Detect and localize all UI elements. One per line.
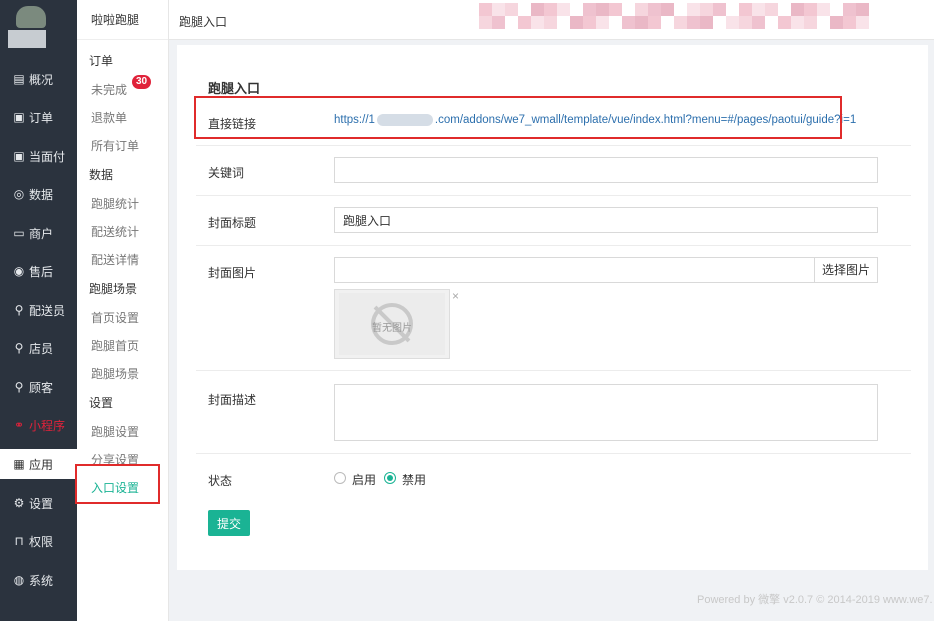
merchant-icon: ▭ <box>13 226 25 240</box>
submenu-item-all-orders[interactable]: 所有订单 <box>91 137 139 154</box>
sidebar-item-label: 当面付 <box>29 149 66 164</box>
status-label: 状态 <box>208 474 233 488</box>
system-icon: ◍ <box>13 573 25 587</box>
select-image-button[interactable]: 选择图片 <box>815 257 878 283</box>
miniprogram-icon: ⚭ <box>13 418 25 432</box>
sidebar-item-clerk[interactable]: ⚲ 店员 <box>0 333 77 363</box>
entry-settings-highlight-box <box>75 464 160 504</box>
submit-button[interactable]: 提交 <box>208 510 250 536</box>
divider <box>196 453 911 454</box>
overview-icon: ▤ <box>13 72 25 86</box>
submenu-group-settings: 设置 <box>89 396 114 410</box>
cover-image-preview: 暂无图片 <box>334 289 450 359</box>
submenu-item-errand-stats[interactable]: 跑腿统计 <box>91 195 139 212</box>
breadcrumb: 跑腿入口 <box>179 15 228 29</box>
footer-powered-by: Powered by 微擎 v2.0.7 © 2014-2019 www.we7… <box>697 594 933 606</box>
divider <box>196 195 911 196</box>
cover-image-input[interactable] <box>334 257 815 283</box>
avatar[interactable] <box>0 0 77 60</box>
sidebar-item-label: 店员 <box>29 341 54 356</box>
sidebar-item-label: 商户 <box>29 226 54 241</box>
apps-icon: ▦ <box>13 457 25 471</box>
main-sidebar: ▤ 概况 ▣ 订单 ▣ 当面付 ◎ 数据 ▭ 商户 ◉ 售后 ⚲ 配送员 ⚲ 店员 ⚲ 顾客 ⚭ 小程序 ▦ 应用 ⚙ 设置 ⊓… <box>0 0 77 621</box>
sidebar-item-gear[interactable]: ⚙ 设置 <box>0 488 77 518</box>
courier-icon: ⚲ <box>14 303 24 317</box>
status-disable-label: 禁用 <box>402 473 427 487</box>
direct-link-highlight-box <box>194 96 842 139</box>
sidebar-item-order[interactable]: ▣ 订单 <box>0 102 77 132</box>
sidebar-item-label: 设置 <box>29 496 54 511</box>
sidebar-item-label: 小程序 <box>29 418 66 433</box>
gear-icon: ⚙ <box>13 496 25 510</box>
no-image-text: 暂无图片 <box>372 323 412 334</box>
pay-icon: ▣ <box>13 149 25 163</box>
customer-icon: ⚲ <box>14 380 24 394</box>
submenu-group-data: 数据 <box>89 168 114 182</box>
sidebar-item-courier[interactable]: ⚲ 配送员 <box>0 295 77 325</box>
submenu-item-delivery-stats[interactable]: 配送统计 <box>91 223 139 240</box>
sidebar-item-label: 概况 <box>29 72 54 87</box>
submenu-item-errand-home[interactable]: 跑腿首页 <box>91 337 139 354</box>
divider <box>196 370 911 371</box>
keyword-input[interactable] <box>334 157 878 183</box>
submenu-item-home-settings[interactable]: 首页设置 <box>91 309 139 326</box>
sidebar-item-miniprogram[interactable]: ⚭ 小程序 <box>0 410 77 440</box>
sidebar-item-label: 订单 <box>29 110 54 125</box>
sidebar-item-customer[interactable]: ⚲ 顾客 <box>0 372 77 402</box>
aftersale-icon: ◉ <box>13 264 25 278</box>
submenu-item-label: 未完成 <box>91 83 128 97</box>
cover-desc-label: 封面描述 <box>208 393 257 407</box>
sidebar-item-label: 数据 <box>29 187 54 202</box>
cover-title-label: 封面标题 <box>208 216 257 230</box>
submenu-item-errand-scenes[interactable]: 跑腿场景 <box>91 365 139 382</box>
sidebar-item-overview[interactable]: ▤ 概况 <box>0 64 77 94</box>
submenu-item-delivery-details[interactable]: 配送详情 <box>91 251 139 268</box>
divider <box>196 245 911 246</box>
sidebar-item-merchant[interactable]: ▭ 商户 <box>0 218 77 248</box>
sidebar-item-aftersale[interactable]: ◉ 售后 <box>0 256 77 286</box>
submenu-item-refunds[interactable]: 退款单 <box>91 109 127 126</box>
sidebar-item-system[interactable]: ◍ 系统 <box>0 565 77 595</box>
sidebar-item-label: 配送员 <box>29 303 66 318</box>
sidebar-item-pay[interactable]: ▣ 当面付 <box>0 141 77 171</box>
top-bar: 跑腿入口 <box>169 0 934 40</box>
cover-desc-textarea[interactable] <box>334 384 878 441</box>
page-title: 跑腿入口 <box>208 81 261 96</box>
order-icon: ▣ <box>13 110 25 124</box>
status-enable-radio[interactable] <box>334 472 346 484</box>
clerk-icon: ⚲ <box>14 341 24 355</box>
close-icon[interactable]: × <box>452 289 459 303</box>
submenu-title: 啦啦跑腿 <box>77 0 168 40</box>
sidebar-item-label: 顾客 <box>29 380 54 395</box>
sidebar-item-data[interactable]: ◎ 数据 <box>0 179 77 209</box>
secondary-menu: 啦啦跑腿 订单 未完成 30 退款单 所有订单 数据 跑腿统计 配送统计 配送详… <box>77 0 169 621</box>
data-icon: ◎ <box>13 187 25 201</box>
submenu-item-unfinished[interactable]: 未完成 30 <box>91 75 152 98</box>
submenu-item-errand-settings[interactable]: 跑腿设置 <box>91 423 139 440</box>
cover-image-label: 封面图片 <box>208 266 257 280</box>
form-panel: 跑腿入口 直接链接 https://1 .com/addons/we7_wmall… <box>177 45 928 570</box>
sidebar-item-label: 售后 <box>29 264 54 279</box>
sidebar-item-lock[interactable]: ⊓ 权限 <box>0 526 77 556</box>
keyword-label: 关键词 <box>208 166 245 180</box>
sidebar-item-label: 系统 <box>29 573 54 588</box>
status-enable-label: 启用 <box>352 473 377 487</box>
divider <box>196 145 911 146</box>
sidebar-item-label: 权限 <box>29 534 54 549</box>
status-disable-radio[interactable] <box>384 472 396 484</box>
lock-icon: ⊓ <box>14 534 24 548</box>
submenu-group-scenes: 跑腿场景 <box>89 282 138 296</box>
unfinished-count-badge: 30 <box>132 75 152 89</box>
sidebar-item-apps[interactable]: ▦ 应用 <box>0 449 77 479</box>
sidebar-item-label: 应用 <box>29 457 54 472</box>
cover-title-input[interactable] <box>334 207 878 233</box>
submenu-group-orders: 订单 <box>89 54 114 68</box>
